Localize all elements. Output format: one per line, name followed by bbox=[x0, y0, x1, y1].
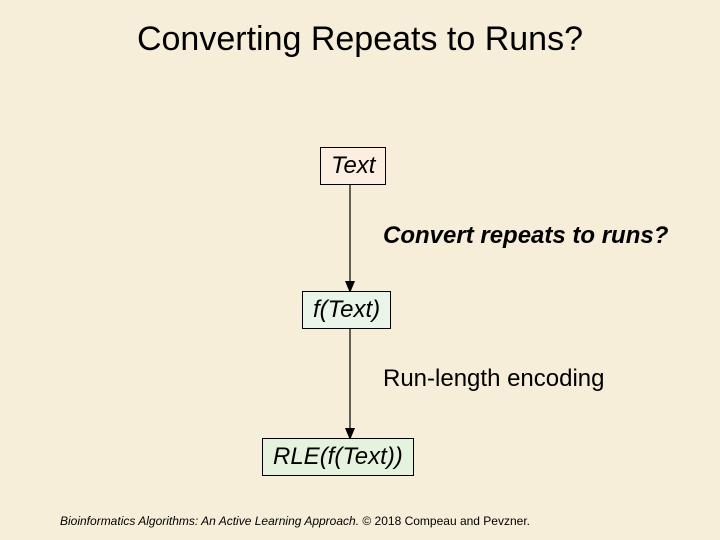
footer-copyright: © 2018 Compeau and Pevzner. bbox=[362, 514, 530, 528]
arrow-ftext-to-rle bbox=[340, 328, 360, 440]
arrow-text-to-ftext bbox=[340, 185, 360, 293]
slide-title: Converting Repeats to Runs? bbox=[0, 20, 720, 59]
label-rle-encoding: Run-length encoding bbox=[383, 365, 605, 393]
box-text: Text bbox=[320, 147, 386, 185]
label-convert-repeats: Convert repeats to runs? bbox=[383, 222, 668, 250]
box-rle: RLE(f(Text)) bbox=[262, 438, 414, 476]
box-ftext: f(Text) bbox=[302, 291, 391, 329]
footer-citation: Bioinformatics Algorithms: An Active Lea… bbox=[60, 514, 530, 528]
footer-book-title: Bioinformatics Algorithms: An Active Lea… bbox=[60, 514, 359, 528]
